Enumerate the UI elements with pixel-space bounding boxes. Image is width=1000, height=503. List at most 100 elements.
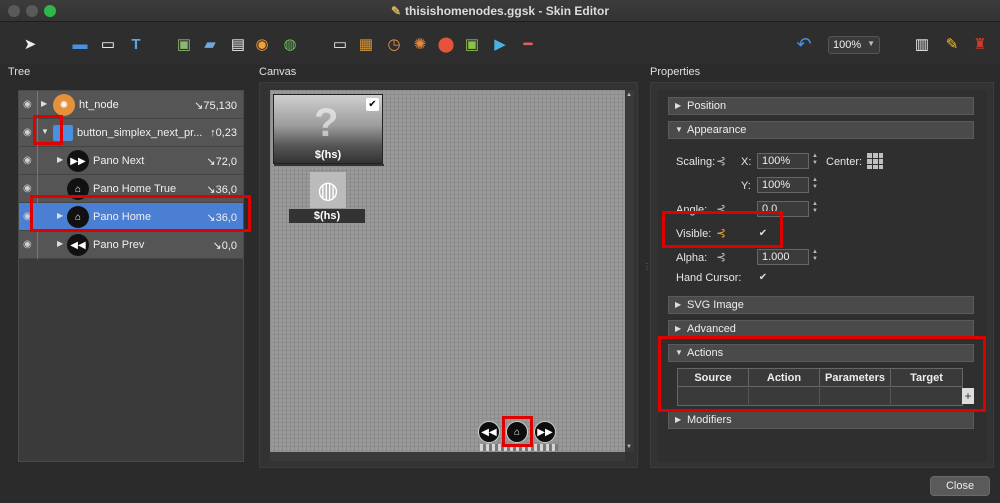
rectangle-icon[interactable]: ▭ [98, 34, 118, 54]
group-modifiers[interactable]: ▶ Modifiers [668, 411, 974, 429]
hotspot-node-icon: ✺ [53, 94, 75, 116]
tree-divider [37, 147, 38, 175]
thumbnail-label: $(hs) [314, 149, 342, 161]
collapse-arrow-icon: ▼ [675, 125, 683, 134]
scrollbar-icon[interactable]: ━ [518, 34, 538, 54]
toolbar: ➤ ▬ ▭ T ▣ ▰ ▤ ◉ ◍ ▭ ▦ ◷ ✺ ⬤ ▣ ▶ ━ ↶ 100%… [0, 22, 1000, 64]
expand-arrow-icon: ▶ [675, 101, 682, 110]
prev-icon: ◀◀ [67, 234, 89, 256]
globe-icon[interactable]: ◍ [310, 172, 346, 208]
cloner-grid-icon[interactable]: ▦ [356, 34, 376, 54]
angle-stepper[interactable]: ▲ ▼ [810, 201, 820, 217]
scale-y-field[interactable]: 100% [757, 177, 809, 193]
globe-label: $(hs) [289, 209, 365, 223]
tree-row-position: ↘72,0 [206, 156, 237, 168]
chevron-down-icon: ▼ [867, 39, 875, 48]
tree-section-label: Tree [8, 66, 31, 78]
link-icon[interactable]: ⊰ [716, 154, 726, 168]
highlight-visible-row [662, 211, 783, 248]
timer-icon[interactable]: ◷ [384, 34, 404, 54]
map-pin-icon[interactable]: ⬤ [436, 34, 456, 54]
tree-row-pano-next[interactable]: ◉ ▶ ▶▶ Pano Next ↘72,0 [19, 147, 243, 175]
window-title: ✎ thisishomenodes.ggsk - Skin Editor [390, 4, 610, 18]
splitter-handle[interactable]: ⋮ [643, 262, 651, 274]
tree-divider [37, 231, 38, 259]
canvas-prev-button[interactable]: ◀◀ [478, 421, 500, 443]
scroll-down-icon[interactable]: ▼ [626, 444, 632, 450]
map-image-icon[interactable]: ▣ [462, 34, 482, 54]
image-icon[interactable]: ▣ [174, 34, 194, 54]
eye-icon[interactable]: ◉ [23, 183, 32, 194]
alpha-label: Alpha: [676, 252, 708, 264]
button-icon[interactable]: ▰ [200, 34, 220, 54]
alpha-stepper[interactable]: ▲ ▼ [810, 249, 820, 265]
canvas-section-label: Canvas [259, 66, 297, 78]
svg-file-icon[interactable]: ▤ [228, 34, 248, 54]
tree-row-label: Pano Prev [93, 239, 145, 251]
center-label: Center: [826, 156, 863, 168]
eye-icon[interactable]: ◉ [23, 239, 32, 250]
eye-icon[interactable]: ◉ [23, 127, 32, 138]
expand-arrow-icon: ▶ [675, 415, 682, 424]
expand-arrow-icon: ▶ [675, 300, 682, 309]
expand-arrow-icon[interactable]: ▶ [57, 155, 63, 164]
skin-castle-icon[interactable]: ♜ [970, 34, 990, 54]
tree-row-pano-prev[interactable]: ◉ ▶ ◀◀ Pano Prev ↘0,0 [19, 231, 243, 259]
highlight-canvas-home [502, 416, 533, 447]
zoom-select[interactable]: 100% ▼ [828, 36, 880, 54]
tree-panel: ◉ ▶ ✺ ht_node ↘75,130 ◉ ▼ button_simplex… [18, 90, 244, 462]
select-pointer-icon[interactable]: ➤ [20, 34, 40, 54]
document-search-icon[interactable]: ▥ [912, 34, 932, 54]
scale-x-field[interactable]: 100% [757, 153, 809, 169]
hand-cursor-label: Hand Cursor: [676, 272, 742, 284]
highlight-pano-home-row [30, 195, 251, 232]
thumbnail-strip [274, 164, 384, 166]
close-button[interactable]: Close [930, 476, 990, 496]
checkmark-icon[interactable]: ✔ [366, 98, 379, 111]
hotspot-icon[interactable]: ✺ [410, 34, 430, 54]
next-icon: ▶▶ [67, 150, 89, 172]
scale-y-stepper[interactable]: ▲ ▼ [810, 177, 820, 193]
undo-icon[interactable]: ↶ [794, 34, 814, 54]
center-grid-icon[interactable] [866, 152, 883, 169]
tree-row-label: Pano Home True [93, 183, 177, 195]
tree-row-label: button_simplex_next_pr... [77, 127, 203, 139]
paint-palette-icon[interactable]: ✎ [942, 34, 962, 54]
alpha-field[interactable]: 1.000 [757, 249, 809, 265]
y-label: Y: [741, 180, 751, 192]
video-icon[interactable]: ▶ [490, 34, 510, 54]
scale-x-stepper[interactable]: ▲ ▼ [810, 153, 820, 169]
hand-cursor-checkbox[interactable]: ✔ [757, 272, 769, 284]
expand-arrow-icon[interactable]: ▶ [57, 239, 63, 248]
highlight-expand-arrow [33, 115, 63, 145]
scaling-label: Scaling: [676, 156, 716, 168]
highlight-actions-section [658, 336, 986, 412]
tree-row-position: ↘75,130 [194, 100, 237, 112]
eye-icon[interactable]: ◉ [23, 99, 32, 110]
compass-icon[interactable]: ◉ [252, 34, 272, 54]
title-bar: ✎ thisishomenodes.ggsk - Skin Editor [0, 0, 1000, 22]
tree-row-label: Pano Next [93, 155, 145, 167]
tree-row-position: ↑0,23 [210, 127, 237, 139]
eye-icon[interactable]: ◉ [23, 155, 32, 166]
group-position[interactable]: ▶ Position [668, 97, 974, 115]
map-globe-icon[interactable]: ◍ [280, 34, 300, 54]
tree-row-position: ↘0,0 [212, 240, 237, 252]
group-appearance[interactable]: ▼ Appearance [668, 121, 974, 139]
x-label: X: [741, 156, 752, 168]
link-icon[interactable]: ⊰ [716, 250, 726, 264]
properties-section-label: Properties [650, 66, 701, 78]
open-folder-icon[interactable]: ▬ [70, 34, 90, 54]
question-mark-icon: ? [314, 101, 339, 145]
tree-row-label: ht_node [79, 99, 119, 111]
canvas-vertical-scrollbar[interactable]: ▲ ▼ [625, 90, 634, 452]
document-icon: ✎ [390, 4, 402, 18]
expand-arrow-icon[interactable]: ▶ [41, 99, 47, 108]
canvas-next-button[interactable]: ▶▶ [534, 421, 556, 443]
group-svg-image[interactable]: ▶ SVG Image [668, 296, 974, 314]
text-tool-icon[interactable]: T [126, 34, 146, 54]
scroll-up-icon[interactable]: ▲ [626, 92, 632, 98]
canvas-thumbnail-element[interactable]: ? ✔ $(hs) [273, 94, 383, 164]
container-icon[interactable]: ▭ [330, 34, 350, 54]
canvas-horizontal-scrollbar[interactable] [270, 452, 625, 461]
